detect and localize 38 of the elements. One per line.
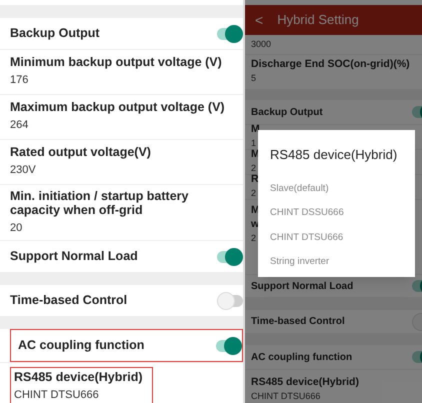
setting-value: 176 xyxy=(10,73,30,88)
setting-label: Time-based Control xyxy=(251,315,345,329)
setting-value: 3000 xyxy=(251,38,272,51)
setting-value: 2 xyxy=(251,162,258,174)
setting-label: Time-based Control xyxy=(10,292,128,310)
setting-value: 1 xyxy=(251,137,258,150)
toggle-switch[interactable] xyxy=(217,28,243,40)
setting-label: R xyxy=(251,173,259,186)
dialog-option[interactable]: CHINT DTSU666 xyxy=(270,226,415,250)
setting-label: Minimum backup output voltage (V) xyxy=(10,55,223,70)
setting-label: Backup Output xyxy=(10,25,100,42)
dialog-title: RS485 device(Hybrid) xyxy=(270,146,398,164)
dialog-option[interactable]: Slave(default) xyxy=(270,176,415,201)
setting-value: 5 xyxy=(251,72,258,86)
setting-label: Rated output voltage(V) xyxy=(10,145,152,160)
setting-value: CHINT DTSU666 xyxy=(14,388,100,403)
setting-label: Discharge End SOC(on-grid)(%) xyxy=(251,58,410,70)
dialog-option[interactable]: CHINT DSSU666 xyxy=(270,201,415,226)
setting-label: AC coupling function xyxy=(251,350,352,364)
setting-value: 264 xyxy=(10,118,30,134)
setting-value: CHINT DTSU666 xyxy=(251,390,322,403)
setting-value: 230V xyxy=(10,163,37,178)
setting-label: Backup Output xyxy=(251,106,323,120)
toggle-switch[interactable] xyxy=(216,340,242,352)
setting-label: Support Normal Load xyxy=(10,248,138,266)
setting-label: RS485 device(Hybrid) xyxy=(251,376,359,388)
header-title: Hybrid Setting xyxy=(277,11,359,30)
setting-label: RS485 device(Hybrid) xyxy=(14,370,144,384)
setting-label: Min. initiation / startup battery capacity when off-grid xyxy=(10,188,190,217)
setting-label: Support Normal Load xyxy=(251,280,354,294)
dialog-option[interactable]: String inverter xyxy=(270,250,415,274)
setting-label: AC coupling function xyxy=(18,337,144,354)
toggle-switch[interactable] xyxy=(217,250,243,262)
back-button[interactable]: < xyxy=(255,10,264,30)
setting-value: 20 xyxy=(10,220,24,236)
setting-value: 2 xyxy=(251,187,258,200)
setting-value: 2 xyxy=(251,232,258,245)
setting-label: Maximum backup output voltage (V) xyxy=(10,100,226,114)
